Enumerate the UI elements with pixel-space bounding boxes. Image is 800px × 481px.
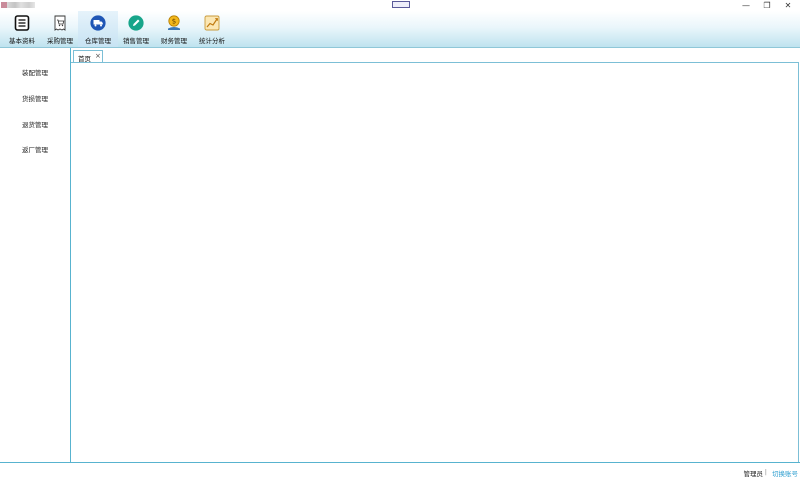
window-handle[interactable]: [392, 1, 410, 8]
toolbar-item-basic-data[interactable]: 基本资料: [2, 11, 42, 47]
toolbar-label: 统计分析: [199, 37, 225, 45]
toolbar-item-warehouse[interactable]: 仓库管理: [78, 11, 118, 47]
minimize-button[interactable]: —: [735, 0, 757, 11]
tab-close-icon[interactable]: ×: [95, 52, 101, 60]
pencil-circle-icon: [128, 15, 144, 31]
status-bar: 管理员 | 切换账号: [0, 462, 800, 481]
toolbar-label: 基本资料: [9, 37, 35, 45]
close-button[interactable]: ✕: [777, 0, 799, 11]
app-logo: [1, 2, 35, 8]
svg-text:$: $: [172, 18, 176, 26]
status-separator: |: [764, 468, 767, 476]
sidebar-item-assembly[interactable]: 装配管理: [0, 67, 70, 77]
cart-receipt-icon: [54, 15, 66, 31]
toolbar-label: 仓库管理: [85, 37, 111, 45]
restore-button[interactable]: ❐: [756, 0, 778, 11]
toolbar-label: 财务管理: [161, 37, 187, 45]
sidebar: 装配管理 货损管理 退货管理 返厂管理: [0, 48, 71, 462]
toolbar-item-statistics[interactable]: 统计分析: [192, 11, 232, 47]
current-user-label: 管理员: [743, 470, 764, 478]
chart-trend-icon: [204, 15, 220, 31]
document-list-icon: [14, 15, 30, 31]
toolbar-label: 销售管理: [123, 37, 149, 45]
warehouse-truck-icon: [90, 15, 106, 31]
title-bar: — ❐ ✕: [0, 0, 800, 11]
toolbar-label: 采购管理: [47, 37, 73, 45]
tab-strip: 首页 ×: [71, 48, 800, 63]
sidebar-item-factory-return[interactable]: 返厂管理: [0, 144, 70, 154]
switch-account-link[interactable]: 切换账号: [772, 468, 798, 478]
sidebar-item-damage[interactable]: 货损管理: [0, 93, 70, 103]
main-toolbar: 基本资料 采购管理 仓库管理 销售管理 $ 财务管理 统计分析: [0, 11, 800, 48]
toolbar-item-sales[interactable]: 销售管理: [116, 11, 156, 47]
main-content-area: [71, 62, 799, 462]
toolbar-item-finance[interactable]: $ 财务管理: [154, 11, 194, 47]
sidebar-item-returns[interactable]: 退货管理: [0, 119, 70, 129]
toolbar-item-purchase[interactable]: 采购管理: [40, 11, 80, 47]
money-hand-icon: $: [168, 15, 180, 30]
